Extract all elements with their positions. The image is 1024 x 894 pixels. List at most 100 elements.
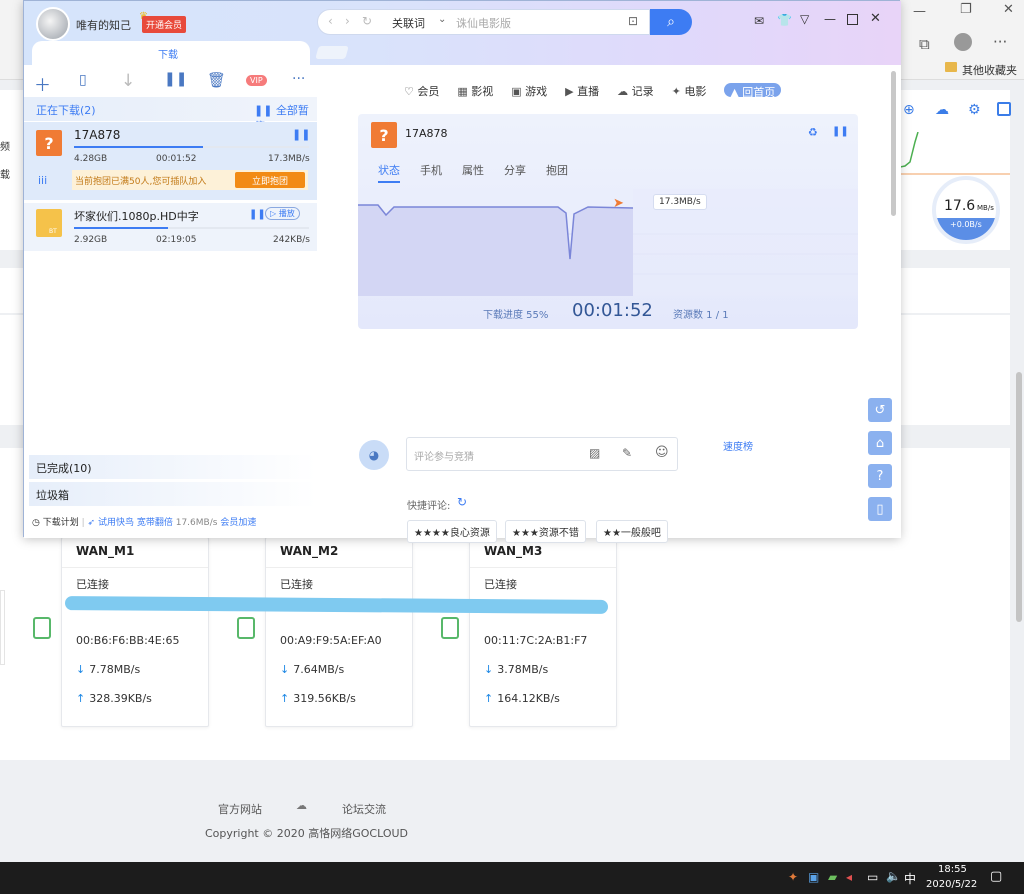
other-bookmarks[interactable]: 其他收藏夹 (962, 62, 1017, 78)
nav-item-history[interactable]: ☁ 记录 (617, 83, 654, 98)
play-button[interactable]: ▷ 播放 (265, 207, 300, 220)
trash-section[interactable]: 垃圾箱 (29, 482, 317, 506)
maximize-button[interactable] (847, 14, 858, 25)
speed-gauge: 17.6 MB/s +0.0B/s (932, 176, 1000, 244)
quick-comment-chip[interactable]: ★★★资源不错 (505, 520, 586, 543)
skin-icon[interactable]: 👕 (777, 13, 792, 27)
mail-icon[interactable]: ✉ (754, 14, 764, 28)
emoji-icon[interactable]: ☺ (655, 445, 669, 460)
new-tab-button[interactable] (315, 46, 349, 59)
tray-flag-icon[interactable]: ◂ (846, 870, 852, 884)
completed-section[interactable]: 已完成(10) (29, 455, 317, 479)
more-menu-icon[interactable]: ··· (993, 33, 1007, 51)
nav-item-game[interactable]: ▣ 游戏 (511, 83, 547, 98)
back-icon[interactable]: ‹ (328, 14, 333, 28)
quick-comment-chip[interactable]: ★★一般般吧 (596, 520, 668, 543)
home-icon[interactable]: ⌂ (868, 431, 892, 455)
wan-card[interactable]: WAN_M3 已连接 00:11:7C:2A:B1:F7 ↓ 3.78MB/s ↑… (469, 537, 617, 727)
help-icon[interactable]: ? (868, 464, 892, 488)
wan-up-speed: 328.39KB/s (89, 692, 152, 705)
task-row[interactable]: ? 17A878 ❚❚ 4.28GB 00:01:52 17.3MB/s iii… (24, 122, 317, 200)
refresh-icon[interactable]: ↻ (457, 495, 467, 509)
notification-icon[interactable]: ▢ (990, 869, 1002, 884)
wan-card[interactable]: WAN_M1 已连接 00:B6:F6:BB:4E:65 ↓ 7.78MB/s ↑… (61, 537, 209, 727)
chevron-down-icon[interactable]: ⌄ (438, 14, 446, 25)
task-row[interactable]: BT 坏家伙们.1080p.HD中字 ❚❚ ▷ 播放 2.92GB 02:19:… (24, 203, 317, 251)
clock-date[interactable]: 2020/5/22 (926, 879, 977, 890)
tab-status[interactable]: 状态 (378, 162, 400, 183)
close-button[interactable]: ✕ (870, 11, 881, 26)
nav-item-vip[interactable]: ♡ 会员 (404, 83, 439, 98)
restore-button[interactable]: ❐ (960, 2, 972, 17)
tray-bird-icon[interactable]: ▣ (808, 870, 819, 884)
tray-app-icon[interactable]: ✦ (788, 870, 798, 884)
open-vip-button[interactable]: 开通会员 (142, 16, 187, 33)
globe-icon[interactable]: ⊕ (903, 102, 915, 118)
menu-icon[interactable]: ▽ (800, 12, 809, 26)
download-icon[interactable]: ↓ (121, 71, 135, 91)
forward-icon[interactable]: › (345, 14, 350, 28)
user-avatar[interactable] (36, 7, 70, 41)
pause-icon[interactable]: ❚❚ (164, 71, 187, 87)
vip-badge[interactable]: VIP (246, 75, 267, 86)
page-scrollbar[interactable] (1016, 372, 1022, 622)
pause-icon[interactable]: ❚❚ (292, 128, 310, 141)
pause-icon[interactable]: ❚❚ (832, 126, 849, 137)
quick-comment-label: 快捷评论: (407, 501, 451, 512)
quick-comment-chip[interactable]: ★★★★良心资源 (407, 520, 497, 543)
tray-nvidia-icon[interactable]: ▰ (828, 870, 837, 884)
minimize-button[interactable]: — (913, 4, 926, 19)
cloud-upload-icon[interactable]: ☁ (935, 102, 949, 118)
member-accelerate-link[interactable]: 会员加速 (220, 518, 256, 528)
nav-item-movie[interactable]: ✦ 电影 (672, 83, 707, 98)
footer-link-forum[interactable]: 论坛交流 (342, 801, 386, 817)
footer-link-official[interactable]: 官方网站 (218, 801, 262, 817)
mobile-icon[interactable]: ▯ (79, 72, 87, 88)
settings-icon[interactable]: ⚙ (968, 102, 981, 118)
tab-download[interactable]: 下载 (32, 41, 310, 65)
ime-indicator[interactable]: 中 (904, 870, 916, 887)
volume-icon[interactable]: 🔈 (886, 869, 901, 883)
bandwidth-link[interactable]: 宽带翻倍 (137, 518, 173, 528)
pane-scrollbar[interactable] (891, 71, 896, 216)
search-type-select[interactable]: 关联词 (392, 15, 425, 31)
app-icon[interactable] (997, 102, 1011, 116)
nav-item-home[interactable]: ▲ 回首页 (724, 83, 782, 99)
feedback-icon[interactable]: ↺ (868, 398, 892, 422)
wan-card[interactable]: WAN_M2 已连接 00:A9:F9:5A:EF:A0 ↓ 7.64MB/s ↑… (265, 537, 413, 727)
nav-item-video[interactable]: ▦ 影视 (457, 83, 493, 98)
mobile-icon[interactable]: ▯ (868, 497, 892, 521)
recycle-icon[interactable]: ♻ (808, 126, 818, 139)
username[interactable]: 唯有的知己 (76, 17, 131, 33)
screenshot-search-icon[interactable]: ⊡ (628, 14, 638, 28)
clock-time[interactable]: 18:55 (938, 864, 967, 875)
image-icon[interactable]: ▨ (589, 446, 600, 460)
search-input[interactable]: 诛仙电影版 (456, 15, 511, 31)
more-icon[interactable]: ··· (292, 71, 305, 87)
trial-link[interactable]: 试用快鸟 (98, 518, 134, 528)
add-icon[interactable]: ＋ (34, 71, 51, 96)
wan-down-speed: 7.64MB/s (293, 663, 345, 676)
search-button[interactable]: ⌕ (650, 9, 692, 35)
minimize-button[interactable]: — (824, 12, 836, 26)
join-team-button[interactable]: 立即抱团 (235, 172, 305, 188)
pen-icon[interactable]: ✎ (622, 446, 632, 460)
network-icon[interactable]: ▭ (867, 870, 878, 884)
wan-name: WAN_M3 (484, 544, 543, 558)
tab-team[interactable]: 抱团 (546, 162, 568, 183)
refresh-icon[interactable]: ↻ (362, 14, 372, 28)
delete-icon[interactable]: 🗑 (207, 71, 226, 89)
tab-share[interactable]: 分享 (504, 162, 526, 183)
comment-input[interactable]: 评论参与竞猜 ▨ ✎ ☺ (406, 437, 678, 471)
tab-mobile[interactable]: 手机 (420, 162, 442, 183)
search-bar[interactable]: ‹ › ↻ 关联词 ⌄ 诛仙电影版 ⊡ (317, 9, 650, 35)
collections-icon[interactable]: ⧉ (919, 35, 930, 53)
profile-avatar[interactable] (954, 33, 972, 51)
download-plan-link[interactable]: 下载计划 (43, 518, 79, 528)
tab-properties[interactable]: 属性 (462, 162, 484, 183)
close-button[interactable]: ✕ (1003, 2, 1014, 17)
downloading-header[interactable]: 正在下载(2) ❚❚ 全部暂停 (24, 97, 317, 133)
pause-icon[interactable]: ❚❚ (249, 209, 266, 220)
speed-rank-link[interactable]: 速度榜 (723, 438, 753, 453)
nav-item-live[interactable]: ▶ 直播 (565, 83, 599, 98)
